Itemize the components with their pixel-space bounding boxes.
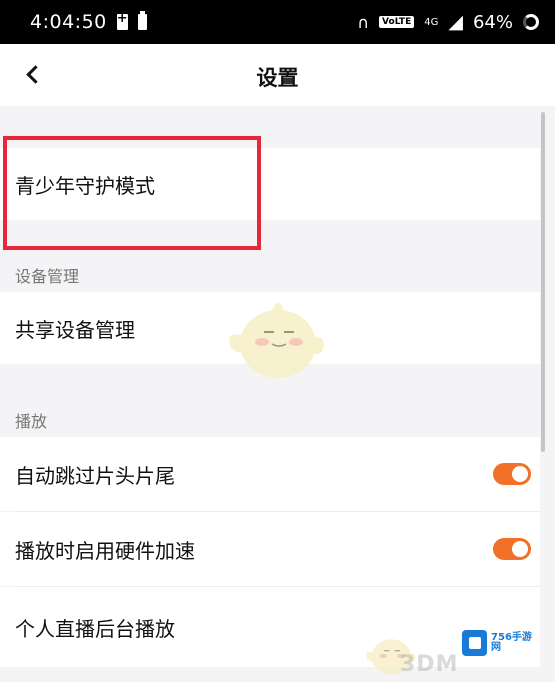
watermark-mascot [229,303,324,378]
row-hw-accel[interactable]: 播放时启用硬件加速 [0,512,540,586]
scrollbar[interactable] [541,112,545,452]
charging-icon [116,11,128,30]
row-teen-mode[interactable]: 青少年守护模式 [0,148,540,220]
section-label-playback: 播放 [15,412,48,431]
row-label-hw-accel: 播放时启用硬件加速 [15,538,195,563]
toggle-knob [512,541,528,557]
row-label-live-background: 个人直播后台播放 [15,616,175,641]
watermark-text: 3DM [400,652,459,677]
signal-icon: ◢ [448,11,463,33]
page-title: 设置 [256,66,299,90]
loading-ring-icon [523,14,539,30]
nav-bar: 设置 [0,44,555,106]
volte-badge: VoLTE [379,16,415,28]
status-time: 4:04:50 [30,11,107,33]
toggle-hw-accel[interactable] [493,538,531,560]
headphones-icon: ∩ [357,12,370,32]
badge-logo-icon [462,630,488,656]
battery-small-icon [137,11,147,30]
row-auto-skip[interactable]: 自动跳过片头片尾 [0,437,540,511]
status-right: ∩ VoLTE 4G ◢ 64% [357,11,539,33]
row-label-teen-mode: 青少年守护模式 [15,173,155,198]
badge-text: 756手游网 [491,632,532,653]
status-left: 4:04:50 [30,11,147,33]
network-label: 4G [424,16,439,28]
battery-percent: 64% [472,11,513,33]
toggle-knob [512,466,528,482]
watermark-badge: 756手游网 [462,629,540,657]
row-label-auto-skip: 自动跳过片头片尾 [15,463,175,488]
status-bar: 4:04:50 ∩ VoLTE 4G ◢ 64% [0,0,555,44]
row-live-background[interactable]: 个人直播后台播放 [0,587,540,667]
section-label-device: 设备管理 [15,267,80,286]
row-label-shared-device: 共享设备管理 [15,317,135,342]
toggle-auto-skip[interactable] [493,463,531,485]
